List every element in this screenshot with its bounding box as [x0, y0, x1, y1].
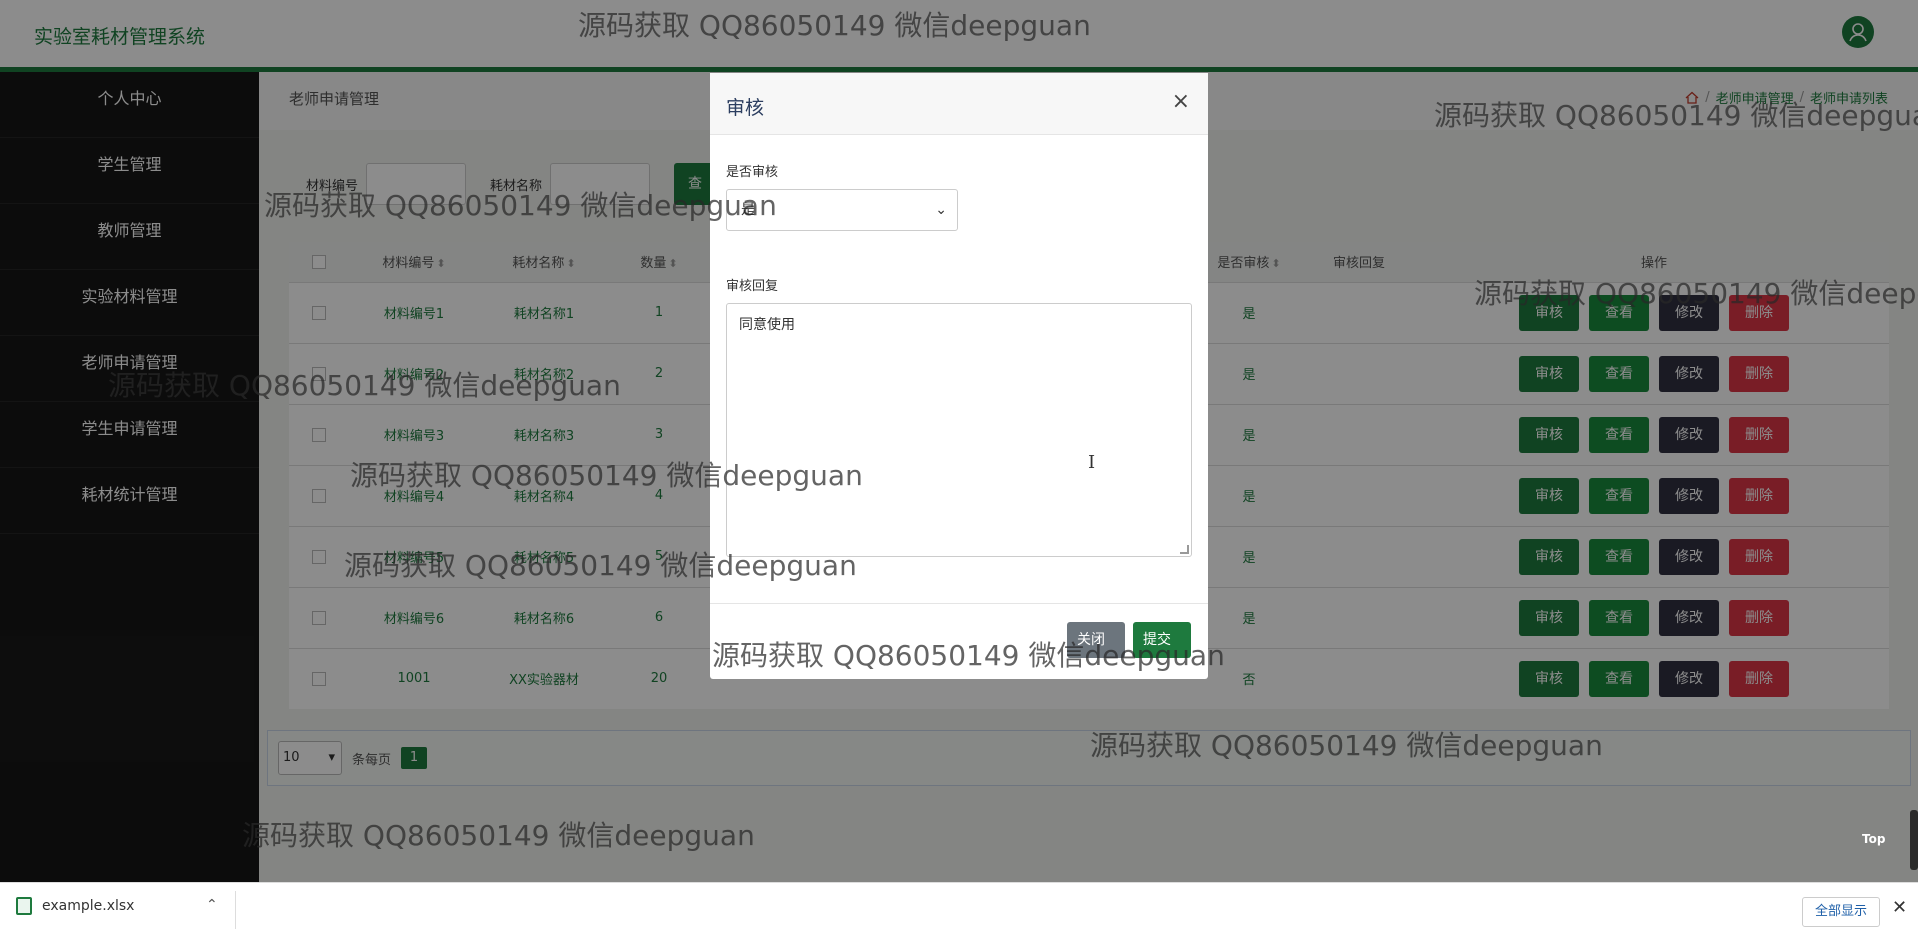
- modal-cancel-button[interactable]: 关闭: [1067, 622, 1125, 658]
- chevron-up-icon[interactable]: ⌃: [206, 897, 218, 913]
- text-cursor-icon: I: [1088, 452, 1096, 473]
- audit-reply-label: 审核回复: [726, 279, 779, 294]
- audit-status-label: 是否审核: [726, 165, 779, 180]
- audit-modal: 审核 × 是否审核 是 ⌄ 审核回复 同意使用 关闭 提交: [710, 73, 1208, 679]
- modal-body: 是否审核 是 ⌄ 审核回复 同意使用: [710, 135, 1208, 603]
- scrollbar-thumb[interactable]: [1910, 810, 1918, 870]
- modal-title: 审核: [726, 97, 765, 119]
- chevron-down-icon: ⌄: [935, 202, 947, 218]
- audit-reply-text: 同意使用: [739, 317, 795, 333]
- resize-handle-icon[interactable]: [1180, 545, 1189, 554]
- show-all-button[interactable]: 全部显示: [1802, 897, 1880, 927]
- audit-status-select[interactable]: 是 ⌄: [726, 189, 958, 231]
- modal-header: 审核 ×: [710, 73, 1208, 135]
- download-item[interactable]: example.xlsx: [16, 897, 134, 915]
- download-bar: example.xlsx ⌃ 全部显示 ✕: [0, 882, 1918, 936]
- modal-close-icon[interactable]: ×: [1172, 89, 1190, 114]
- modal-footer: 关闭 提交: [710, 603, 1208, 679]
- download-bar-close-icon[interactable]: ✕: [1892, 897, 1907, 918]
- audit-reply-textarea[interactable]: 同意使用: [726, 303, 1192, 557]
- modal-submit-button[interactable]: 提交: [1133, 622, 1191, 658]
- back-to-top-button[interactable]: Top: [1862, 832, 1888, 846]
- divider: [235, 891, 236, 929]
- excel-file-icon: [16, 897, 32, 915]
- audit-status-value: 是: [741, 202, 755, 218]
- download-filename: example.xlsx: [42, 898, 135, 914]
